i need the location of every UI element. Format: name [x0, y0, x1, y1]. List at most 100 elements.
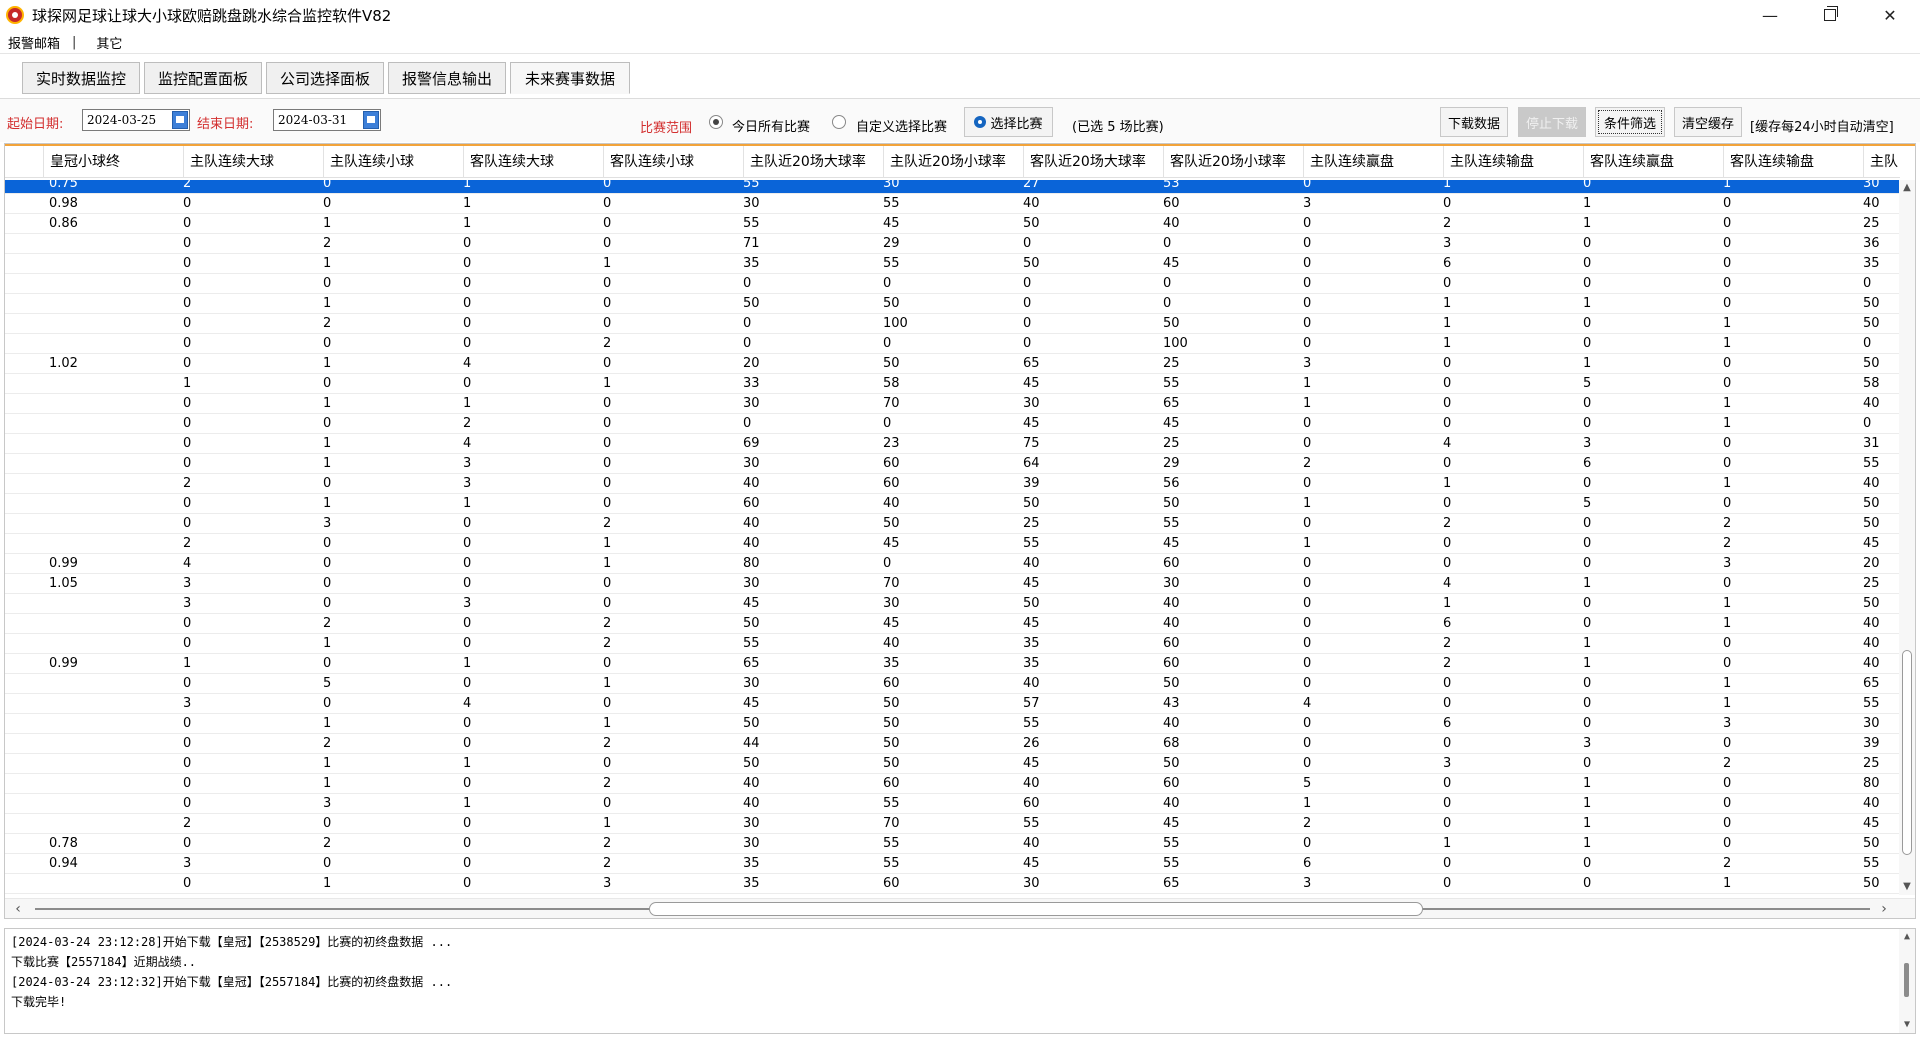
log-output[interactable]: [2024-03-24 23:12:28]开始下载【皇冠】【2538529】比赛…	[4, 928, 1916, 1034]
column-header[interactable]: 主队连续输盘	[1443, 146, 1583, 178]
menu-alarm-email[interactable]: 报警邮箱	[0, 33, 68, 52]
scroll-up-icon[interactable]: ▲	[1899, 180, 1915, 196]
close-button[interactable]: ✕	[1860, 0, 1920, 30]
table-row[interactable]: 0 2 0 0 71 29 0 0 0 3 0 0 36	[5, 234, 1900, 254]
table-cell: 1	[603, 676, 612, 691]
column-header[interactable]: 主队连续赢盘	[1303, 146, 1443, 178]
column-header[interactable]: 客队连续输盘	[1723, 146, 1863, 178]
data-grid[interactable]: 皇冠小球终 主队连续大球 主队连续小球 客队连续大球 客队连续小球 主队近20场大球率 主队…	[4, 143, 1916, 919]
table-row[interactable]: 0 1 1 0 60 40 50 50 1 0 5 0 50	[5, 494, 1900, 514]
table-row[interactable]: 1 0 0 1 33 58 45 55 1 0 5 0 58	[5, 374, 1900, 394]
scroll-left-icon[interactable]: ‹	[9, 899, 27, 918]
table-cell: 1	[323, 396, 332, 411]
column-header[interactable]: 客队连续赢盘	[1583, 146, 1723, 178]
table-row[interactable]: 0 2 0 2 44 50 26 68 0 0 3 0 39	[5, 734, 1900, 754]
download-button[interactable]: 下载数据	[1440, 107, 1508, 137]
vertical-scroll-thumb[interactable]	[1902, 650, 1912, 855]
table-row[interactable]: 0.75 2 0 1 0 55 30 27 53 0 1 0 1 30	[5, 180, 1900, 194]
table-row[interactable]: 0 1 4 0 69 23 75 25 0 4 3 0 31	[5, 434, 1900, 454]
table-row[interactable]: 0.94 3 0 0 2 35 55 45 55 6 0 0 2 55	[5, 854, 1900, 874]
table-cell: 0	[323, 180, 332, 191]
table-cell: 30	[883, 596, 900, 611]
table-row[interactable]: 0 1 1 0 50 50 45 50 0 3 0 2 25	[5, 754, 1900, 774]
tab-future-matches[interactable]: 未来赛事数据	[510, 62, 630, 94]
column-header[interactable]: 客队连续大球	[463, 146, 603, 178]
tab-company-select[interactable]: 公司选择面板	[266, 62, 384, 94]
column-header[interactable]: 客队近20场大球率	[1023, 146, 1163, 178]
table-row[interactable]: 0 1 0 1 35 55 50 45 0 6 0 0 35	[5, 254, 1900, 274]
vertical-scrollbar[interactable]: ▲ ▼	[1899, 180, 1915, 895]
table-row[interactable]: 0 1 0 0 50 50 0 0 0 1 1 0 50	[5, 294, 1900, 314]
end-date-picker[interactable]: 2024-03-31	[273, 109, 381, 131]
restore-button[interactable]	[1800, 0, 1860, 30]
table-cell: 55	[883, 836, 900, 851]
scroll-down-icon[interactable]: ▼	[1899, 1017, 1915, 1033]
table-row[interactable]: 0 0 2 0 0 0 45 45 0 0 0 1 0	[5, 414, 1900, 434]
horizontal-scrollbar[interactable]: ‹ ›	[5, 898, 1915, 918]
table-row[interactable]: 0 1 0 1 50 50 55 40 0 6 0 3 30	[5, 714, 1900, 734]
column-header[interactable]: 主队近20场大球率	[743, 146, 883, 178]
column-header[interactable]: 客队近20场小球率	[1163, 146, 1303, 178]
stop-download-button[interactable]: 停止下载	[1518, 107, 1586, 137]
table-row[interactable]: 0 1 0 2 40 60 40 60 5 0 1 0 80	[5, 774, 1900, 794]
table-cell: 1	[183, 656, 192, 671]
table-row[interactable]: 0 0 0 2 0 0 0 100 0 1 0 1 0	[5, 334, 1900, 354]
table-row[interactable]: 0 5 0 1 30 60 40 50 0 0 0 1 65	[5, 674, 1900, 694]
table-row[interactable]: 2 0 0 1 30 70 55 45 2 0 1 0 45	[5, 814, 1900, 834]
table-row[interactable]: 0 1 1 0 30 70 30 65 1 0 0 1 40	[5, 394, 1900, 414]
table-row[interactable]: 3 0 4 0 45 50 57 43 4 0 0 1 55	[5, 694, 1900, 714]
table-row[interactable]: 0 0 0 0 0 0 0 0 0 0 0 0 0	[5, 274, 1900, 294]
table-cell: 25	[1863, 576, 1880, 591]
table-row[interactable]: 0 1 0 2 55 40 35 60 0 2 1 0 40	[5, 634, 1900, 654]
column-header[interactable]: 皇冠小球终	[43, 146, 183, 178]
minimize-button[interactable]: —	[1740, 0, 1800, 30]
table-row[interactable]: 0 1 0 3 35 60 30 65 3 0 0 1 50	[5, 874, 1900, 894]
table-row[interactable]: 0 2 0 0 0 100 0 50 0 1 0 1 50	[5, 314, 1900, 334]
horizontal-scroll-thumb[interactable]	[649, 902, 1423, 916]
log-scroll-thumb[interactable]	[1904, 963, 1909, 997]
table-row[interactable]: 2 0 0 1 40 45 55 45 1 0 0 2 45	[5, 534, 1900, 554]
start-date-picker[interactable]: 2024-03-25	[82, 109, 190, 131]
tab-monitor-config[interactable]: 监控配置面板	[144, 62, 262, 94]
column-header[interactable]: 主队连续大球	[183, 146, 323, 178]
calendar-icon[interactable]	[363, 111, 379, 129]
table-row[interactable]: 0 3 1 0 40 55 60 40 1 0 1 0 40	[5, 794, 1900, 814]
log-scrollbar[interactable]: ▲ ▼	[1899, 929, 1915, 1033]
tab-realtime-monitor[interactable]: 实时数据监控	[22, 62, 140, 94]
table-row[interactable]: 0.99 4 0 0 1 80 0 40 60 0 0 0 3 20	[5, 554, 1900, 574]
table-row[interactable]: 0.86 0 1 1 0 55 45 50 40 0 2 1 0 25	[5, 214, 1900, 234]
radio-custom-matches[interactable]	[832, 115, 846, 129]
table-row[interactable]: 0 3 0 2 40 50 25 55 0 2 0 2 50	[5, 514, 1900, 534]
scroll-right-icon[interactable]: ›	[1875, 899, 1893, 918]
radio-all-matches[interactable]	[709, 115, 723, 129]
calendar-icon[interactable]	[172, 111, 188, 129]
table-cell: 55	[883, 856, 900, 871]
table-row[interactable]: 0 1 3 0 30 60 64 29 2 0 6 0 55	[5, 454, 1900, 474]
table-row[interactable]: 3 0 3 0 45 30 50 40 0 1 0 1 50	[5, 594, 1900, 614]
radio-custom-matches-label[interactable]: 自定义选择比赛	[856, 116, 947, 135]
table-cell: 0	[603, 456, 612, 471]
table-row[interactable]: 0.78 0 2 0 2 30 55 40 55 0 1 1 0 50	[5, 834, 1900, 854]
menu-other[interactable]: 其它	[88, 33, 130, 52]
table-cell: 3	[183, 576, 192, 591]
table-row[interactable]: 0 2 0 2 50 45 45 40 0 6 0 1 40	[5, 614, 1900, 634]
filter-button[interactable]: 条件筛选	[1595, 107, 1665, 137]
column-header[interactable]: 主队连续小球	[323, 146, 463, 178]
radio-all-matches-label[interactable]: 今日所有比赛	[732, 116, 810, 135]
column-header[interactable]: 客队连续小球	[603, 146, 743, 178]
scroll-up-icon[interactable]: ▲	[1899, 929, 1915, 945]
table-row[interactable]: 1.05 3 0 0 0 30 70 45 30 0 4 1 0 25	[5, 574, 1900, 594]
table-cell: 55	[743, 636, 760, 651]
column-header[interactable]: 主队	[1863, 146, 1903, 178]
select-match-button[interactable]: 选择比赛	[964, 107, 1053, 137]
tab-alarm-output[interactable]: 报警信息输出	[388, 62, 506, 94]
column-header[interactable]: 主队近20场小球率	[883, 146, 1023, 178]
table-row[interactable]: 2 0 3 0 40 60 39 56 0 1 0 1 40	[5, 474, 1900, 494]
scroll-down-icon[interactable]: ▼	[1899, 879, 1915, 895]
title-bar: 球探网足球让球大小球欧赔跳盘跳水综合监控软件V82 — ✕	[0, 0, 1920, 30]
table-row[interactable]: 0.98 0 0 1 0 30 55 40 60 3 0 1 0 40	[5, 194, 1900, 214]
table-cell: 30	[1023, 396, 1040, 411]
clear-cache-button[interactable]: 清空缓存	[1674, 107, 1742, 137]
table-row[interactable]: 0.99 1 0 1 0 65 35 35 60 0 2 1 0 40	[5, 654, 1900, 674]
table-row[interactable]: 1.02 0 1 4 0 20 50 65 25 3 0 1 0 50	[5, 354, 1900, 374]
